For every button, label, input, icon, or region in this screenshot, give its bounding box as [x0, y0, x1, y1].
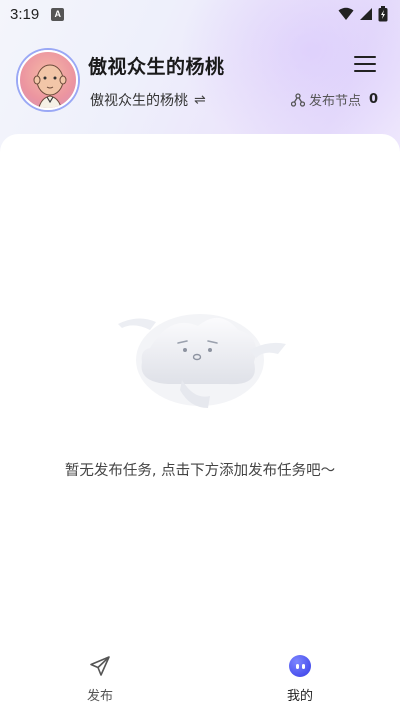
empty-cloud-illustration: [118, 314, 286, 408]
switch-arrows-icon: ⇌: [194, 92, 206, 108]
avatar-cartoon-icon: [33, 64, 67, 108]
battery-icon: [378, 6, 388, 22]
tab-mine-label: 我的: [286, 689, 313, 704]
main-content: 暂无发布任务, 点击下方添加发布任务吧～: [0, 134, 400, 654]
tab-mine[interactable]: 我的: [200, 652, 400, 712]
account-name: 傲视众生的杨桃: [90, 93, 188, 109]
username: 傲视众生的杨桃: [88, 56, 225, 78]
send-icon: [90, 656, 110, 676]
profile-header: 傲视众生的杨桃 傲视众生的杨桃 ⇌ 发布节点 0: [0, 44, 400, 124]
tab-publish[interactable]: 发布: [0, 652, 200, 712]
avatar[interactable]: [18, 50, 78, 110]
hamburger-menu-icon: [354, 56, 376, 58]
status-icons: [338, 6, 388, 22]
bottom-tab-bar: 发布 我的: [0, 652, 400, 712]
wifi-icon: [338, 7, 354, 20]
publish-nodes-label: 发布节点: [308, 94, 361, 109]
profile-face-icon: [289, 655, 311, 677]
publish-nodes-count: 0: [368, 92, 378, 107]
nodes-icon: [290, 92, 305, 107]
notification-icon: A: [51, 7, 65, 21]
account-switch[interactable]: 傲视众生的杨桃 ⇌: [90, 90, 206, 110]
status-bar: 3:19 A: [0, 0, 400, 28]
status-time: 3:19: [10, 5, 40, 23]
publish-nodes[interactable]: 发布节点 0: [290, 90, 378, 109]
signal-icon: [360, 8, 372, 20]
tab-publish-label: 发布: [86, 689, 113, 704]
empty-state-message: 暂无发布任务, 点击下方添加发布任务吧～: [64, 463, 336, 479]
menu-button[interactable]: [354, 54, 376, 74]
